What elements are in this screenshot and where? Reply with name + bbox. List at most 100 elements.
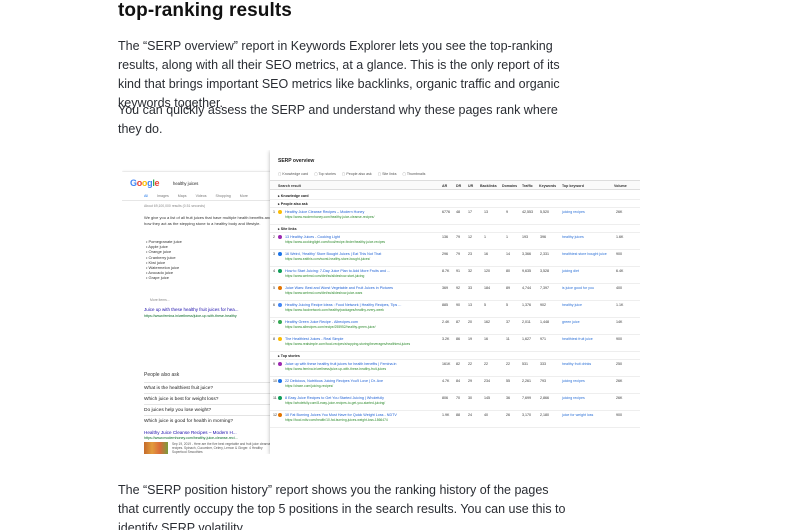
metric-vol: 14K — [616, 319, 623, 324]
metric-ar: 369 — [442, 285, 448, 290]
serp-result-row: 2 13 Healthy Juices - Cooking Light https:… — [270, 233, 640, 250]
metric-traffic: 3,170 — [522, 412, 531, 417]
metric-top[interactable]: healthy fruit drinks — [562, 362, 591, 366]
metric-top[interactable]: juicing recipes — [562, 210, 585, 214]
metric-dom: 89 — [506, 285, 510, 290]
metric-dr: 86 — [456, 336, 460, 341]
metric-top[interactable]: is juice good for you — [562, 286, 594, 290]
favicon-icon — [278, 396, 282, 400]
serp-result-row: 1 Healthy Juice Cleanse Recipes – Modern … — [270, 208, 640, 225]
metric-vol: 900 — [616, 412, 622, 417]
result-position: 5 — [273, 285, 275, 290]
metric-ar: 3.2K — [442, 336, 450, 341]
metric-dr: 92 — [456, 285, 460, 290]
serp-table-body: ▸ Knowledge card ▸ People also ask 1 Health… — [270, 192, 640, 428]
favicon-icon — [278, 337, 282, 341]
google-logo: Google — [130, 178, 160, 188]
result-title-link[interactable]: Juice up with these healthy fruit juices… — [285, 362, 396, 366]
result-position: 12 — [273, 412, 277, 417]
metric-ar: 885 — [442, 302, 448, 307]
result-position: 11 — [273, 395, 277, 400]
result-title-link[interactable]: 22 Delicious, Nutritious Juicing Recipes… — [285, 379, 383, 383]
metric-traffic: 3,366 — [522, 251, 531, 256]
position-history-paragraph: The “SERP position history” report shows… — [118, 483, 566, 530]
metric-bl: 162 — [484, 319, 490, 324]
featured-snippet-text: We give you a list of all fruit juices t… — [144, 215, 272, 226]
metric-kw: 2,331 — [540, 251, 549, 256]
google-search-box: healthy juices — [173, 181, 199, 186]
metric-bl: 16 — [484, 251, 488, 256]
metric-dom: 5 — [506, 302, 508, 307]
metric-top[interactable]: juice for weight loss — [562, 413, 593, 417]
paa-question: Which juice is good for health in mornin… — [144, 415, 278, 426]
metric-top[interactable]: juicing recipes — [562, 396, 585, 400]
serp-result-row: 9 Juice up with these healthy fruit juice… — [270, 360, 640, 377]
serp-section-label: ▸ People also ask — [278, 201, 308, 206]
result-description: Sep 19, 2019 - Here are the five best ve… — [172, 442, 271, 454]
result-thumbnail — [144, 442, 168, 454]
result-title-link[interactable]: 10 Fat Burning Juices You Must Have for … — [285, 413, 397, 417]
serp-section-row: ▸ Site links — [270, 225, 640, 233]
metric-traffic: 4,744 — [522, 285, 531, 290]
metric-dr: 82 — [456, 361, 460, 366]
featured-result-url: https://www.femina.in/wellness/juice-up-… — [144, 314, 237, 318]
metric-kw: 396 — [540, 234, 546, 239]
metric-kw: 3,528 — [540, 268, 549, 273]
result-title-link[interactable]: The Healthiest Juices - Real Simple — [285, 337, 343, 341]
metric-top[interactable]: healthy juice — [562, 303, 582, 307]
serp-overview-title: SERP overview — [278, 158, 315, 164]
metric-bl: 184 — [484, 285, 490, 290]
metric-dom: 1 — [506, 234, 508, 239]
organic-result: Healthy Juice Cleanse Recipes – Modern H… — [144, 430, 238, 440]
result-url: https://food.ndtv.com/health/10-fat-burn… — [285, 418, 388, 422]
result-url: https://wholefully.com/8-easy-juice-reci… — [285, 401, 386, 405]
result-title-link[interactable]: 8 Easy Juice Recipes to Get You Started … — [285, 396, 384, 400]
metric-ar: 6776 — [442, 209, 450, 214]
metric-kw: 2,180 — [540, 412, 549, 417]
metric-top[interactable]: juicing diet — [562, 269, 579, 273]
serp-result-row: 8 The Healthiest Juices - Real Simple http… — [270, 335, 640, 352]
metric-top[interactable]: juicing recipes — [562, 379, 585, 383]
result-position: 3 — [273, 251, 275, 256]
metric-vol: 400 — [616, 285, 622, 290]
result-position: 4 — [273, 268, 275, 273]
paa-question: Which juice is best for weight loss? — [144, 393, 278, 404]
metric-vol: 250 — [616, 361, 622, 366]
metric-top[interactable]: healthiest fruit juice — [562, 337, 593, 341]
metric-ar: 1.9K — [442, 412, 450, 417]
result-url: https://www.allrecipes.com/recipe/255952… — [285, 325, 376, 329]
metric-traffic: 2,261 — [522, 378, 531, 383]
result-title-link[interactable]: 16 Weird, 'Healthy' Store Bought Juices … — [285, 252, 381, 256]
result-title-link[interactable]: Healthy Green Juice Recipe - Allrecipes.… — [285, 320, 358, 324]
metric-ar: 8.7K — [442, 268, 450, 273]
metric-traffic: 7,699 — [522, 395, 531, 400]
result-title-link[interactable]: 13 Healthy Juices - Cooking Light — [285, 235, 340, 239]
metric-ur: 19 — [468, 336, 472, 341]
serp-result-row: 4 How to Start Juicing: 7-Day Juice Plan … — [270, 267, 640, 284]
metric-vol: 6.4K — [616, 268, 624, 273]
featured-snippet-list: Pomegranate juiceApple juiceOrange juice… — [146, 239, 182, 281]
result-stats: About 69,100,000 results (0.51 seconds) — [144, 204, 206, 208]
metric-bl: 1 — [484, 234, 486, 239]
metric-vol: 900 — [616, 251, 622, 256]
metric-top[interactable]: healthiest store bought juice — [562, 252, 607, 256]
metric-vol: 1.6K — [616, 234, 624, 239]
metric-dr: 84 — [456, 378, 460, 383]
result-position: 1 — [273, 209, 275, 214]
result-title-link[interactable]: How to Start Juicing: 7-Day Juice Plan t… — [285, 269, 390, 273]
metric-dr: 90 — [456, 302, 460, 307]
result-title-link[interactable]: Juice Wars: Best and Worst Vegetable and… — [285, 286, 393, 290]
result-title-link[interactable]: Healthy Juicing Recipe Ideas : Food Netw… — [285, 303, 401, 307]
metric-top[interactable]: green juice — [562, 320, 580, 324]
result-position: 7 — [273, 319, 275, 324]
serp-overview-figure: Google healthy juices All Images Maps Video… — [122, 150, 640, 454]
metric-dom: 36 — [506, 395, 510, 400]
result-position: 9 — [273, 361, 275, 366]
metric-ur: 22 — [468, 361, 472, 366]
result-position: 8 — [273, 336, 275, 341]
metric-top[interactable]: healthy juices — [562, 235, 584, 239]
result-title-link[interactable]: Healthy Juice Cleanse Recipes – Modern H… — [285, 210, 364, 214]
metric-dom: 9 — [506, 209, 508, 214]
serp-section-label: ▸ Site links — [278, 226, 297, 231]
result-url: https://www.webmd.com/diet/ss/slideshow-… — [285, 291, 363, 295]
